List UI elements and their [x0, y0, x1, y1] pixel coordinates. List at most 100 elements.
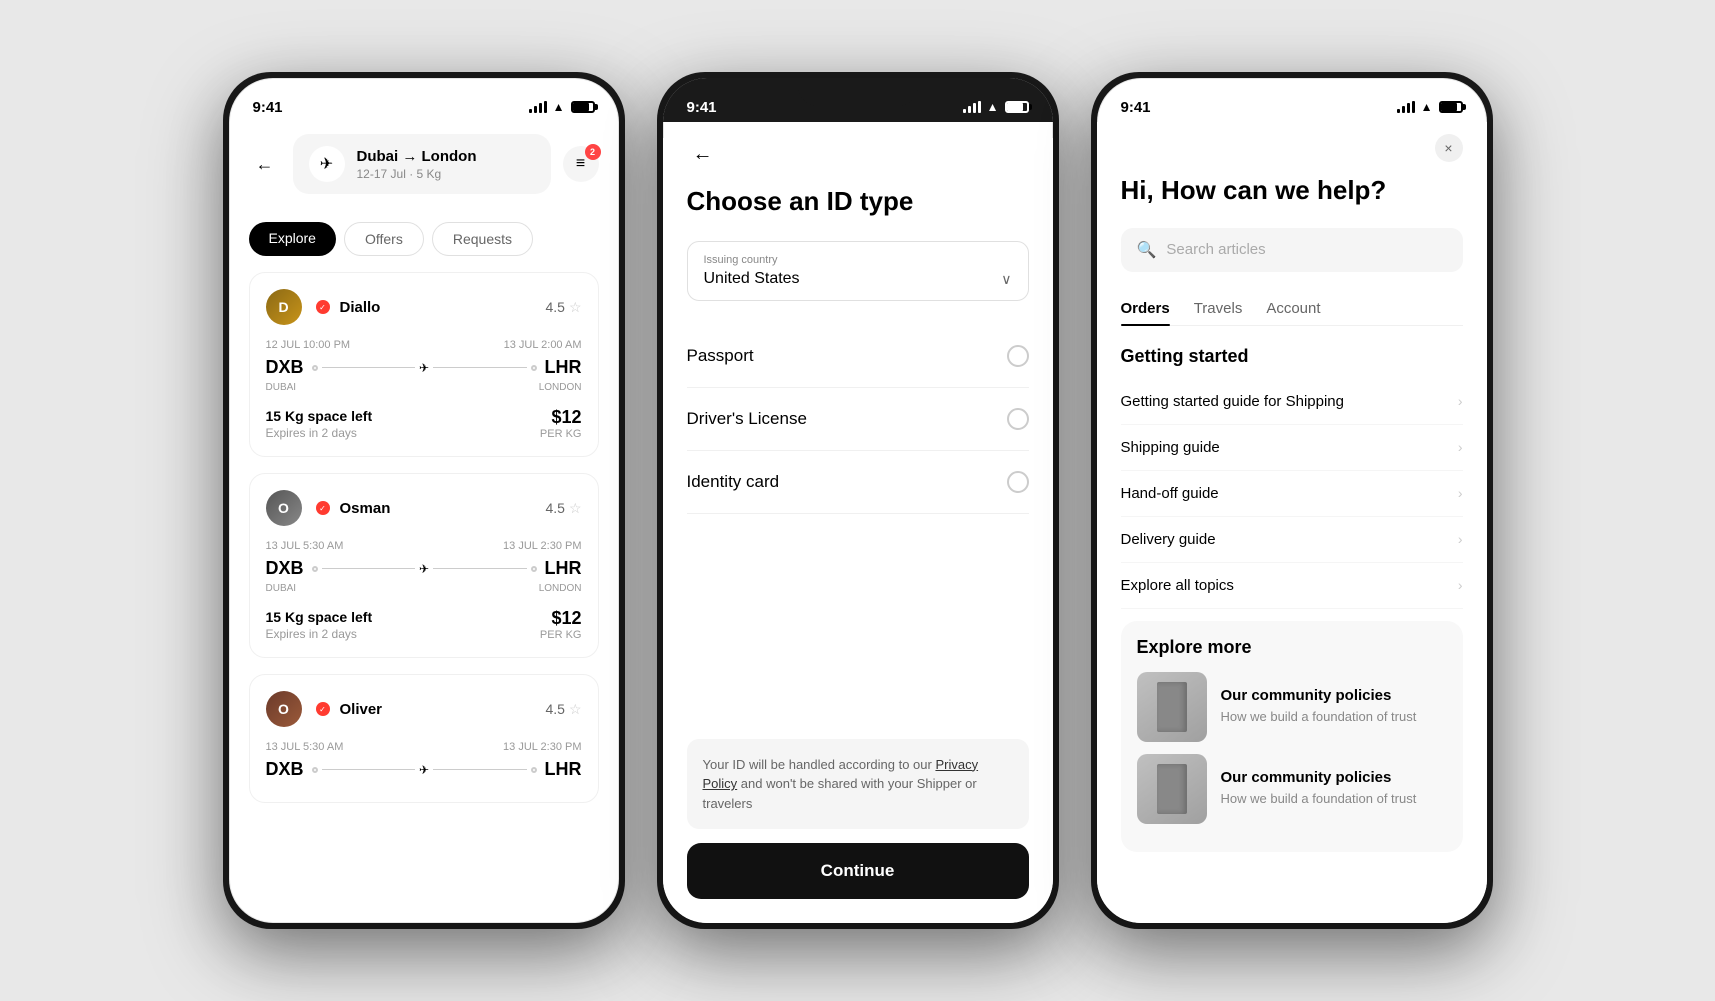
chevron-icon-4: ›	[1458, 577, 1463, 593]
tab-offers[interactable]: Offers	[344, 222, 424, 256]
traveler-name-oliver: Oliver	[340, 701, 383, 718]
plane-icon-oliver: ✈	[419, 763, 429, 777]
signal-icon-1	[529, 101, 547, 113]
identity-card-radio[interactable]	[1007, 471, 1029, 493]
phone-2-content: ← Choose an ID type Issuing country Unit…	[663, 138, 1053, 923]
tab-account[interactable]: Account	[1266, 292, 1320, 325]
status-time-1: 9:41	[253, 99, 283, 116]
route-oliver: 13 JUL 5:30 AM 13 JUL 2:30 PM DXB ✈ LHR	[266, 741, 582, 780]
space-row-osman: 15 Kg space left Expires in 2 days $12 P…	[266, 608, 582, 641]
passport-radio[interactable]	[1007, 345, 1029, 367]
door-image-1	[1137, 754, 1207, 824]
signal-icon-3	[1397, 101, 1415, 113]
route-line-diallo: DXB ✈ LHR	[266, 357, 582, 378]
city-labels-osman: DUBAI LONDON	[266, 583, 582, 594]
explore-card-0[interactable]: Our community policies How we build a fo…	[1137, 672, 1447, 742]
country-value: United States	[704, 270, 800, 288]
chevron-icon-2: ›	[1458, 485, 1463, 501]
status-time-2: 9:41	[687, 99, 717, 116]
route-times-osman: 13 JUL 5:30 AM 13 JUL 2:30 PM	[266, 540, 582, 552]
trip-route: Dubai → London	[357, 148, 477, 165]
drivers-license-radio[interactable]	[1007, 408, 1029, 430]
traveler-card-diallo[interactable]: D Diallo 4.5 ☆ 12 JUL 10:00 PM 13 JUL 2:…	[249, 272, 599, 457]
help-item-4[interactable]: Explore all topics ›	[1121, 563, 1463, 609]
avatar-diallo: D	[266, 289, 302, 325]
phone-3-outer: 9:41 ▲ × Hi,	[1091, 72, 1493, 929]
space-row-diallo: 15 Kg space left Expires in 2 days $12 P…	[266, 407, 582, 440]
price-osman: $12 PER KG	[540, 608, 582, 641]
trip-plane-icon: ✈	[309, 146, 345, 182]
avatar-osman: O	[266, 490, 302, 526]
help-item-label-4: Explore all topics	[1121, 577, 1234, 594]
route-line-oliver: DXB ✈ LHR	[266, 759, 582, 780]
phone-1-content: ← ✈ Dubai → London 12-17 Jul · 5 Kg	[229, 122, 619, 923]
traveler-header-oliver: O Oliver 4.5 ☆	[266, 691, 582, 727]
traveler-card-osman[interactable]: O Osman 4.5 ☆ 13 JUL 5:30 AM 13 JUL 2:30…	[249, 473, 599, 658]
tab-travels[interactable]: Travels	[1194, 292, 1243, 325]
explore-card-desc-0: How we build a foundation of trust	[1221, 708, 1447, 726]
space-info-diallo: 15 Kg space left Expires in 2 days	[266, 408, 373, 440]
explore-card-1[interactable]: Our community policies How we build a fo…	[1137, 754, 1447, 824]
phone-3: 9:41 ▲ × Hi,	[1097, 78, 1487, 923]
explore-card-info-0: Our community policies How we build a fo…	[1221, 687, 1447, 726]
filter-icon: ≡	[576, 155, 585, 173]
close-icon: ×	[1444, 140, 1452, 156]
back-button-1[interactable]: ←	[249, 148, 281, 180]
explore-more-section: Explore more Our community policies How …	[1121, 621, 1463, 852]
status-icons-3: ▲	[1397, 100, 1463, 114]
verified-icon-osman	[316, 501, 330, 515]
help-item-1[interactable]: Shipping guide ›	[1121, 425, 1463, 471]
traveler-info-diallo: D Diallo	[266, 289, 381, 325]
id-option-identity-card[interactable]: Identity card	[687, 451, 1029, 514]
explore-thumb-0	[1137, 672, 1207, 742]
main-tabs: Explore Offers Requests	[249, 222, 599, 256]
rating-osman: 4.5 ☆	[545, 500, 581, 517]
verified-icon-diallo	[316, 300, 330, 314]
tab-orders[interactable]: Orders	[1121, 292, 1170, 325]
help-item-label-0: Getting started guide for Shipping	[1121, 393, 1344, 410]
explore-more-title: Explore more	[1137, 637, 1447, 658]
drivers-license-label: Driver's License	[687, 409, 807, 429]
traveler-name-diallo: Diallo	[340, 299, 381, 316]
continue-button[interactable]: Continue	[687, 843, 1029, 899]
route-times-oliver: 13 JUL 5:30 AM 13 JUL 2:30 PM	[266, 741, 582, 753]
help-tabs: Orders Travels Account	[1121, 292, 1463, 326]
passport-label: Passport	[687, 346, 754, 366]
back-button-2[interactable]: ←	[687, 138, 719, 170]
flight-line: ✈	[312, 361, 537, 375]
filter-button[interactable]: ≡ 2	[563, 146, 599, 182]
id-option-passport[interactable]: Passport	[687, 325, 1029, 388]
tab-requests[interactable]: Requests	[432, 222, 533, 256]
help-item-2[interactable]: Hand-off guide ›	[1121, 471, 1463, 517]
chevron-down-icon: ∨	[1001, 271, 1011, 288]
chevron-icon-0: ›	[1458, 393, 1463, 409]
top-nav: ← ✈ Dubai → London 12-17 Jul · 5 Kg	[249, 122, 599, 206]
price-diallo: $12 PER KG	[540, 407, 582, 440]
phone-2-outer: 9:41 ▲ ← Choose an ID type	[657, 72, 1059, 929]
plane-icon-osman: ✈	[419, 562, 429, 576]
id-type-title: Choose an ID type	[687, 186, 1029, 217]
help-item-0[interactable]: Getting started guide for Shipping ›	[1121, 379, 1463, 425]
close-button[interactable]: ×	[1435, 134, 1463, 162]
traveler-card-oliver[interactable]: O Oliver 4.5 ☆ 13 JUL 5:30 AM 13 JUL 2:3…	[249, 674, 599, 803]
help-item-3[interactable]: Delivery guide ›	[1121, 517, 1463, 563]
search-bar[interactable]: 🔍 Search articles	[1121, 228, 1463, 272]
phone-2: 9:41 ▲ ← Choose an ID type	[663, 78, 1053, 923]
explore-card-title-0: Our community policies	[1221, 687, 1447, 704]
explore-card-info-1: Our community policies How we build a fo…	[1221, 769, 1447, 808]
tab-explore[interactable]: Explore	[249, 222, 336, 256]
star-icon-osman: ☆	[569, 500, 582, 517]
help-header: ×	[1121, 122, 1463, 174]
country-label: Issuing country	[704, 254, 1012, 266]
status-bar-3: 9:41 ▲	[1097, 78, 1487, 122]
space-info-osman: 15 Kg space left Expires in 2 days	[266, 609, 373, 641]
trip-card[interactable]: ✈ Dubai → London 12-17 Jul · 5 Kg	[293, 134, 551, 194]
country-select[interactable]: Issuing country United States ∨	[687, 241, 1029, 301]
id-option-drivers-license[interactable]: Driver's License	[687, 388, 1029, 451]
battery-icon-2	[1005, 101, 1029, 113]
traveler-header-osman: O Osman 4.5 ☆	[266, 490, 582, 526]
star-icon-oliver: ☆	[569, 701, 582, 718]
battery-icon-1	[571, 101, 595, 113]
status-bar-1: 9:41 ▲	[229, 78, 619, 122]
route-osman: 13 JUL 5:30 AM 13 JUL 2:30 PM DXB ✈ LHR	[266, 540, 582, 594]
